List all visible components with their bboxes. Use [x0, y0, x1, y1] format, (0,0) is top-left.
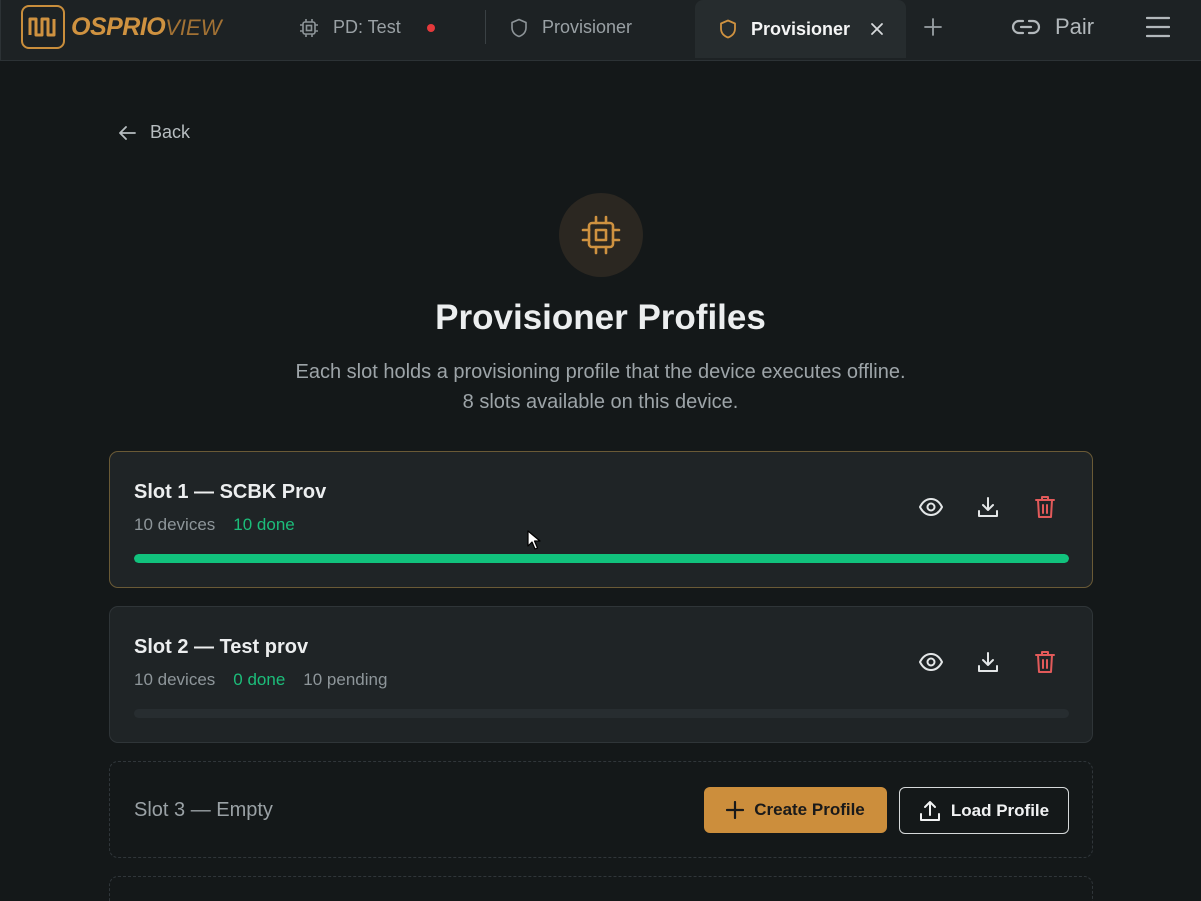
view-profile-button[interactable]: [917, 493, 945, 521]
load-profile-label: Load Profile: [950, 800, 1050, 820]
page-title: Provisioner Profiles: [435, 298, 766, 337]
pair-button[interactable]: Pair: [1011, 12, 1094, 42]
view-profile-button[interactable]: [917, 648, 945, 676]
done-count: 0 done: [233, 670, 286, 689]
device-count: 10 devices: [134, 515, 216, 534]
slot-progress-bar: [134, 709, 1069, 718]
download-icon: [978, 652, 998, 672]
slot-card-4-empty: [109, 876, 1093, 901]
upload-icon: [919, 800, 941, 822]
download-profile-button[interactable]: [974, 648, 1002, 676]
close-tab-icon[interactable]: [870, 22, 884, 36]
hamburger-menu-icon[interactable]: [1145, 14, 1171, 40]
load-profile-button[interactable]: Load Profile: [899, 787, 1069, 834]
download-icon: [978, 497, 998, 517]
delete-profile-button[interactable]: [1031, 493, 1059, 521]
trash-icon: [1035, 496, 1055, 518]
slot-card-3-empty: Slot 3 — Empty Create Profile Load Profi…: [109, 761, 1093, 858]
progress-fill: [134, 554, 1069, 563]
mouse-cursor-icon: [527, 530, 541, 555]
slot-card-1[interactable]: Slot 1 — SCBK Prov 10 devices 10 done: [109, 451, 1093, 588]
chip-icon: [299, 18, 319, 38]
create-profile-label: Create Profile: [754, 800, 865, 819]
slot-actions: [917, 493, 1059, 521]
slot-name: Slot 1 — SCBK Prov: [134, 481, 327, 503]
shield-icon: [719, 19, 737, 39]
logo-wordmark: OSPRIOVIEW: [71, 12, 222, 41]
recording-dot: [426, 23, 435, 32]
pair-label: Pair: [1055, 14, 1095, 39]
trash-icon: [1035, 651, 1055, 673]
back-label: Back: [150, 122, 191, 142]
device-count: 10 devices: [134, 670, 216, 689]
tab-provisioner[interactable]: Provisioner: [510, 0, 632, 55]
tab-provisioner-active[interactable]: Provisioner: [695, 0, 906, 58]
slot-stats: 10 devices 10 done: [134, 515, 313, 535]
logo-mark-icon: [21, 5, 65, 49]
subtitle-line: 8 slots available on this device.: [462, 391, 739, 413]
add-tab-icon[interactable]: [921, 15, 945, 39]
slot-name: Slot 2 — Test prov: [134, 636, 309, 658]
slot-name: Slot 3 — Empty: [134, 799, 273, 821]
slot-progress-bar: [134, 554, 1069, 563]
tab-label: Provisioner: [751, 18, 851, 39]
eye-icon: [919, 653, 943, 671]
delete-profile-button[interactable]: [1031, 648, 1059, 676]
eye-icon: [919, 498, 943, 516]
slot-stats: 10 devices 0 done 10 pending: [134, 670, 405, 690]
link-icon: [1011, 17, 1041, 37]
create-profile-button[interactable]: Create Profile: [704, 787, 887, 833]
plus-icon: [726, 801, 745, 819]
tab-label: PD: Test: [333, 17, 401, 37]
arrow-left-icon: [118, 125, 136, 141]
tab-divider: [485, 10, 486, 44]
download-profile-button[interactable]: [974, 493, 1002, 521]
app-logo[interactable]: OSPRIOVIEW: [21, 5, 221, 49]
slot-actions: [917, 648, 1059, 676]
page-subtitle: Each slot holds a provisioning profile t…: [0, 357, 1201, 417]
pending-count: 10 pending: [303, 670, 388, 689]
slot-card-2[interactable]: Slot 2 — Test prov 10 devices 0 done 10 …: [109, 606, 1093, 743]
done-count: 10 done: [233, 515, 295, 534]
top-bar: OSPRIOVIEW PD: Test Provisioner Provisio…: [0, 0, 1201, 61]
back-button[interactable]: Back: [118, 122, 190, 143]
shield-icon: [510, 18, 528, 38]
chip-icon: [559, 193, 643, 277]
tab-pd-test[interactable]: PD: Test: [299, 0, 435, 55]
subtitle-line: Each slot holds a provisioning profile t…: [295, 361, 906, 383]
tab-label: Provisioner: [542, 17, 633, 37]
